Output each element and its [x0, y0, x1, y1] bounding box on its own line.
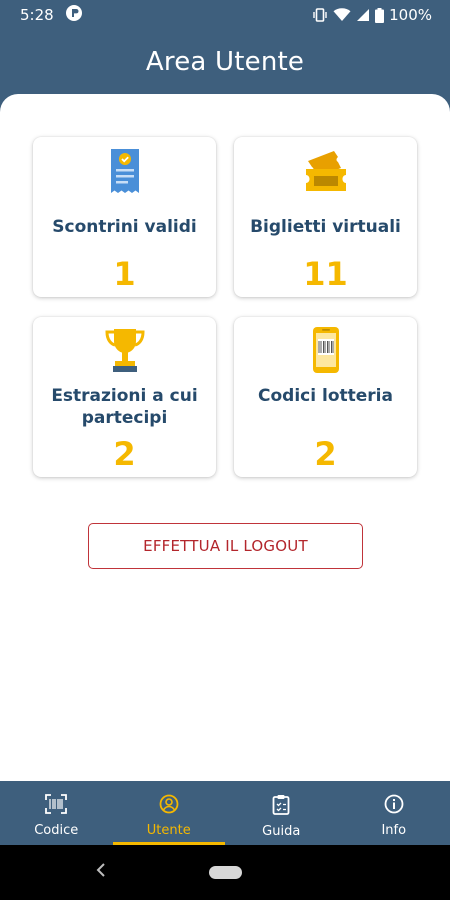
battery-percent: 100% [389, 6, 432, 24]
user-circle-icon [159, 794, 179, 818]
signal-icon [356, 8, 370, 22]
card-value: 1 [113, 255, 136, 293]
barcode-scan-icon [45, 794, 68, 818]
chevron-left-icon [95, 862, 107, 883]
status-time: 5:28 [20, 6, 54, 24]
status-left: 5:28 [20, 5, 82, 25]
wifi-icon [333, 8, 351, 22]
card-label: Codici lotteria [258, 386, 393, 406]
app-header: Area Utente [0, 30, 450, 94]
nav-label: Utente [146, 823, 191, 838]
card-label: Biglietti virtuali [250, 217, 401, 237]
home-button[interactable] [209, 866, 242, 879]
page-title: Area Utente [145, 47, 305, 77]
card-codici-lotteria[interactable]: Codici lotteria 2 [234, 317, 417, 477]
notification-app-icon [65, 5, 82, 25]
logout-button[interactable]: EFFETTUA IL LOGOUT [88, 523, 363, 569]
card-value: 2 [113, 435, 136, 473]
status-bar: 5:28 100% [0, 0, 450, 30]
card-estrazioni[interactable]: Estrazioni a cui partecipi 2 [33, 317, 216, 477]
phone-barcode-icon [234, 326, 417, 374]
clipboard-icon [272, 794, 290, 819]
system-navigation-bar [0, 845, 450, 900]
battery-icon [375, 7, 385, 23]
card-label: Scontrini validi [52, 217, 197, 237]
card-biglietti-virtuali[interactable]: Biglietti virtuali 11 [234, 137, 417, 297]
nav-item-utente[interactable]: Utente [112, 781, 225, 845]
main-content: Scontrini validi 1 Biglietti virtuali 11… [0, 94, 450, 781]
card-value: 2 [314, 435, 337, 473]
nav-item-info[interactable]: Info [338, 781, 450, 845]
nav-label: Codice [34, 823, 79, 838]
vibrate-icon [312, 8, 328, 22]
info-icon [384, 794, 404, 818]
tickets-icon [234, 149, 417, 195]
nav-item-codice[interactable]: Codice [0, 781, 113, 845]
nav-item-guida[interactable]: Guida [225, 781, 338, 845]
receipt-icon [33, 147, 216, 195]
bottom-navigation: Codice Utente Guida Info [0, 781, 450, 845]
status-right: 100% [312, 6, 432, 24]
trophy-icon [33, 326, 216, 374]
card-value: 11 [303, 255, 348, 293]
card-scontrini-validi[interactable]: Scontrini validi 1 [33, 137, 216, 297]
nav-label: Info [381, 823, 407, 838]
back-button[interactable] [90, 861, 112, 883]
card-label: Estrazioni a cui partecipi [51, 386, 198, 428]
nav-label: Guida [262, 824, 301, 839]
